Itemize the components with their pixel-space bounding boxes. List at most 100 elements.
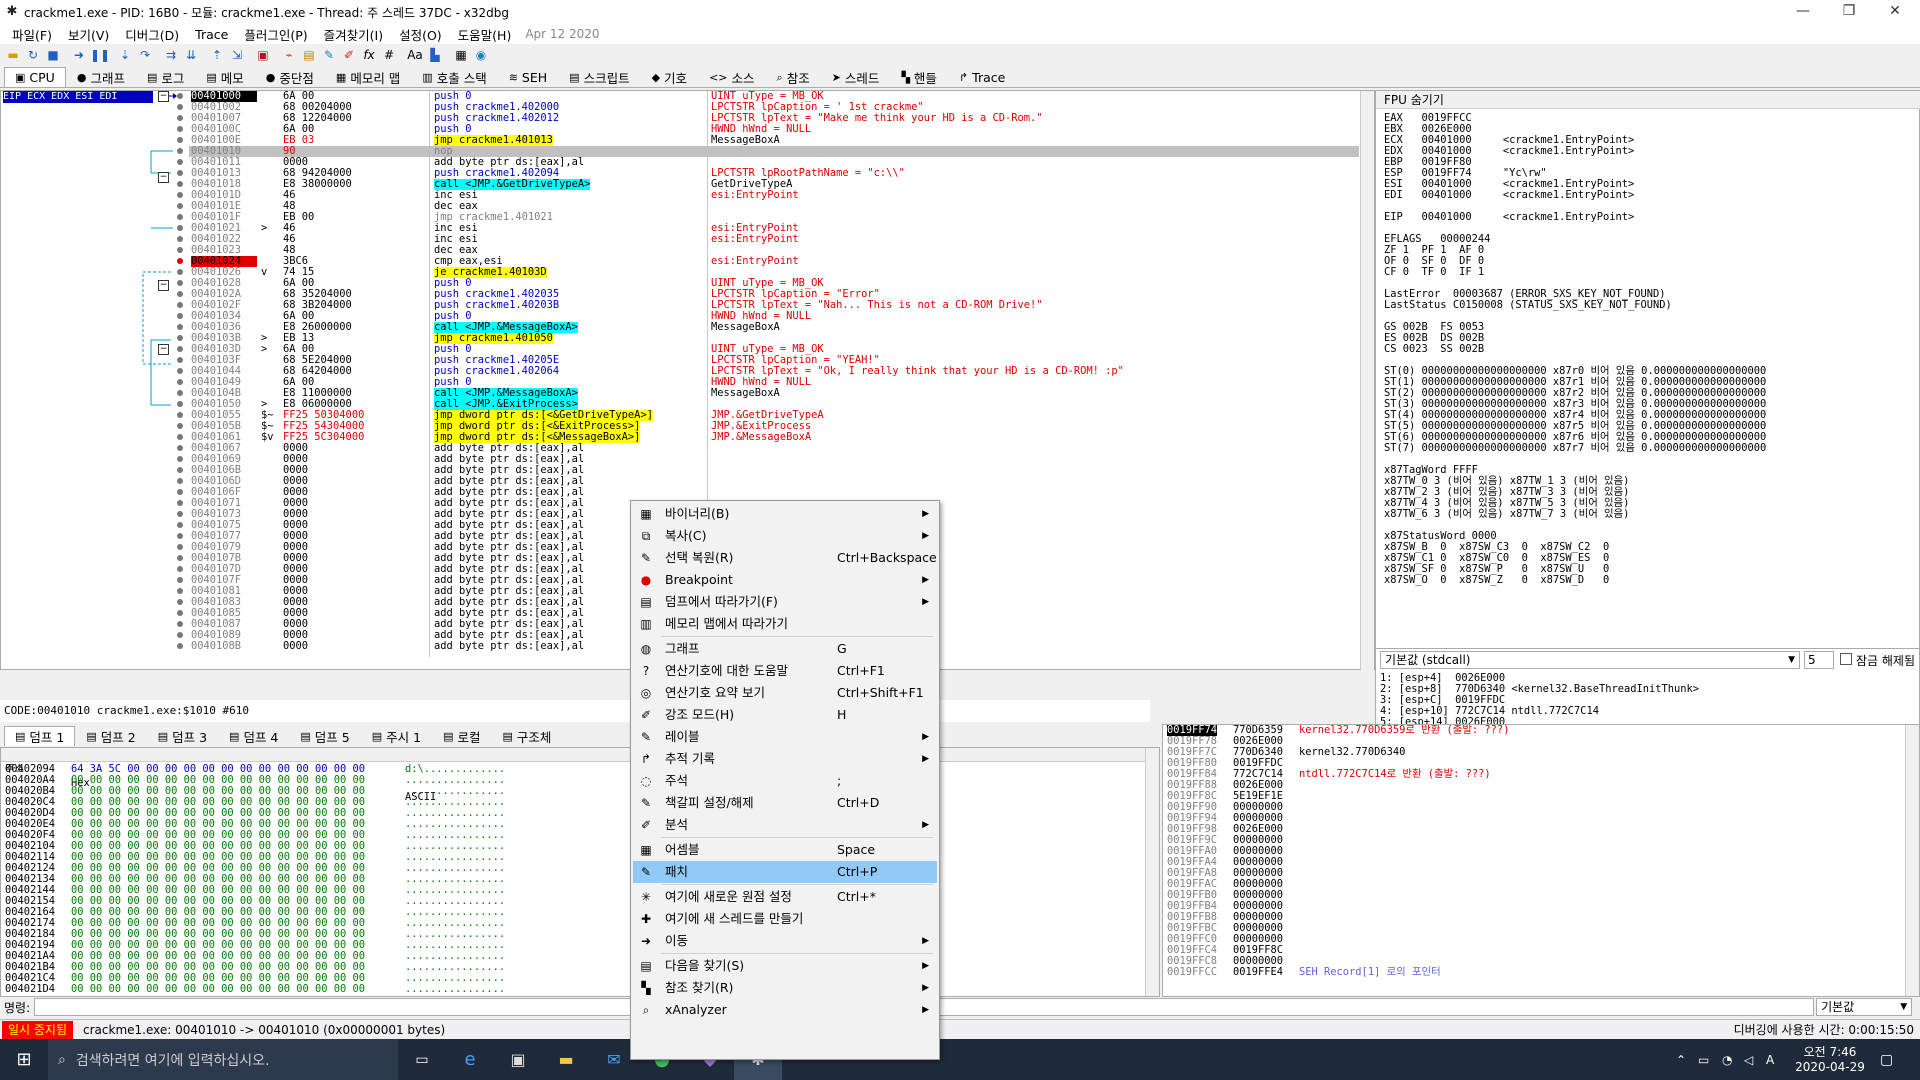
edge-icon[interactable]: e [446,1049,494,1070]
disasm-row[interactable]: 00401036 E8 26000000 call <JMP.&MessageBox… [189,322,1359,333]
breakpoint-slot[interactable] [177,236,183,242]
register-line[interactable]: LastStatus C0150008 (STATUS_SXS_KEY_NOT_… [1384,300,1904,311]
module-icon[interactable]: ▙ [426,46,444,64]
breakpoint-slot[interactable] [177,313,183,319]
unlock-checkbox[interactable] [1840,653,1852,665]
tab-cpu[interactable]: ▣ CPU [4,67,66,87]
dump-tab[interactable]: ▤ 덤프 5 [289,726,360,746]
breakpoint-slot[interactable] [177,357,183,363]
breakpoint-slot[interactable] [177,500,183,506]
menu-file[interactable]: 파일(F) [4,25,60,44]
tab-중단점[interactable]: ● 중단점 [255,67,325,87]
menu-debug[interactable]: 디버그(D) [117,25,187,44]
context-menu-item[interactable]: ✎ 패치 Ctrl+P [633,861,937,883]
register-line[interactable]: x87SW_O 0 x87SW_Z 0 x87SW_D 0 [1384,575,1904,586]
hash-icon[interactable]: # [380,46,398,64]
dump-tab[interactable]: ▤ 덤프 3 [147,726,218,746]
disasm-row[interactable]: 00401067 0000 add byte ptr ds:[eax],al [189,443,1359,454]
breakpoint-slot[interactable] [177,214,183,220]
breakpoint-slot[interactable] [177,302,183,308]
execute-till-return-icon[interactable]: ⇡ [208,46,226,64]
collapse-toggle[interactable]: − [158,344,169,355]
breakpoint-slot[interactable] [177,280,183,286]
register-line[interactable]: EDI 00401000 <crackme1.EntryPoint> [1384,190,1904,201]
calc-icon[interactable]: ▦ [452,46,470,64]
breakpoint-slot[interactable] [177,115,183,121]
menu-plugins[interactable]: 플러그인(P) [236,25,315,44]
tab-seh[interactable]: ≋ SEH [498,67,558,87]
breakpoint-slot[interactable] [177,379,183,385]
breakpoint-slot[interactable] [177,434,183,440]
tab-기호[interactable]: ◆ 기호 [641,67,698,87]
step-over-icon[interactable]: ↷ [136,46,154,64]
breakpoint-slot[interactable] [177,203,183,209]
breakpoint-slot[interactable] [177,478,183,484]
tray-chevron-icon[interactable]: ⌃ [1676,1053,1686,1067]
breakpoint-slot[interactable] [177,368,183,374]
breakpoint-slot[interactable] [177,610,183,616]
open-icon[interactable]: ▬ [4,46,22,64]
context-menu-item[interactable]: ● Breakpoint ▶ [633,569,937,591]
context-menu-item[interactable]: ✐ 강조 모드(H) H [633,704,937,726]
breakpoint-slot[interactable] [177,93,183,99]
context-menu-item[interactable]: ◌ 주석; [633,770,937,792]
pause-icon[interactable]: ❚❚ [90,46,110,64]
script-icon[interactable]: ▤ [300,46,318,64]
context-menu-item[interactable]: ↱ 추적 기록 ▶ [633,748,937,770]
network-icon[interactable]: ◔ [1722,1053,1732,1067]
dump-tab[interactable]: ▤ 덤프 4 [218,726,289,746]
context-menu-item[interactable]: ✐ 분석 ▶ [633,814,937,836]
disasm-row[interactable]: 00401022 46 inc esi esi:EntryPoint [189,234,1359,245]
dump-tab[interactable]: ▤ 덤프 2 [75,726,146,746]
restart-icon[interactable]: ↻ [24,46,42,64]
stop-sign-icon[interactable]: ▣ [254,46,272,64]
stack-row[interactable]: 0019FFCC 0019FFE4 SEH Record[1] 로의 포인터 [1163,967,1903,978]
store-icon[interactable]: ▣ [494,1050,542,1069]
step-into-icon[interactable]: ⇣ [116,46,134,64]
breakpoint-slot[interactable] [177,588,183,594]
breakpoint-slot[interactable] [177,632,183,638]
breakpoint-slot[interactable] [177,247,183,253]
context-menu-item[interactable]: ➜ 이동 ▶ [633,930,937,952]
breakpoint-slot[interactable] [177,126,183,132]
breakpoint-slot[interactable] [177,159,183,165]
breakpoint-slot[interactable] [177,555,183,561]
context-menu-item[interactable]: ✎ 선택 복원(R) Ctrl+Backspace [633,547,937,569]
register-list[interactable]: EAX 0019FFCC EBX 0026E000 ECX 00401000 <cr… [1384,113,1904,643]
breakpoint-slot[interactable] [177,324,183,330]
arg-count-stepper[interactable]: 5 [1804,651,1834,669]
taskbar-clock[interactable]: 오전 7:46 2020-04-29 [1790,1043,1870,1074]
register-line[interactable]: EIP 00401000 <crackme1.EntryPoint> [1384,212,1904,223]
command-mode-select[interactable]: 기본값 ▼ [1816,998,1913,1016]
tab-메모[interactable]: ▤ 메모 [195,67,254,87]
tab-스크립트[interactable]: ▤ 스크립트 [558,67,640,87]
breakpoint-slot[interactable] [177,269,183,275]
windows-start-icon[interactable]: ⊞ [0,1049,48,1070]
hide-fpu-button[interactable]: FPU 숨기기 [1376,91,1920,109]
context-menu-item[interactable]: ✚ 여기에 새 스레드를 만들기 [633,908,937,930]
breakpoint-slot[interactable] [177,577,183,583]
context-menu-item[interactable]: ◎ 연산기호 요약 보기 Ctrl+Shift+F1 [633,682,937,704]
collapse-toggle[interactable]: − [158,172,169,183]
breakpoint-slot[interactable] [177,566,183,572]
breakpoint-slot[interactable] [177,445,183,451]
context-menu-item[interactable]: ▦ 바이너리(B) ▶ [633,503,937,525]
disasm-row[interactable]: 0040106D 0000 add byte ptr ds:[eax],al [189,476,1359,487]
disasm-row[interactable]: 00401061 $v FF25 5C304000 jmp dword ptr ds:… [189,432,1359,443]
breakpoint-slot[interactable] [177,181,183,187]
label-icon[interactable]: ✐ [340,46,358,64]
breakpoint-slot[interactable] [177,192,183,198]
notification-icon[interactable]: ▢ [1880,1052,1893,1068]
context-menu-item[interactable]: ⧉ 복사(C) ▶ [633,525,937,547]
link-icon[interactable]: ⌁ [280,46,298,64]
breakpoint-slot[interactable] [177,511,183,517]
breakpoint-slot[interactable] [177,643,183,649]
context-menu-item[interactable]: ✎ 책갈피 설정/해제 Ctrl+D [633,792,937,814]
dump-row[interactable]: 004021D4 00 00 00 00 00 00 00 00 00 00 00… [1,984,1141,995]
font-icon[interactable]: Aa [406,46,424,64]
context-menu-item[interactable]: ◍ 그래프 G [633,638,937,660]
context-menu-item[interactable]: ▦ 어셈블 Space [633,839,937,861]
taskbar-search-box[interactable]: ⌕ 검색하려면 여기에 입력하십시오. [48,1039,398,1080]
breakpoint-slot[interactable] [177,346,183,352]
menu-help[interactable]: 도움말(H) [450,25,520,44]
